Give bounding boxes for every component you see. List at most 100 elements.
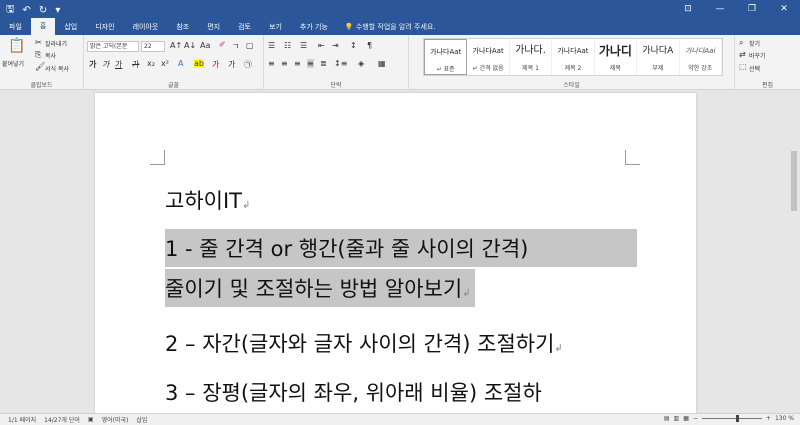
cut-button[interactable]: 잘라내기 (45, 39, 67, 48)
vertical-scrollbar[interactable] (788, 91, 800, 413)
show-marks-icon[interactable]: ¶ (367, 41, 372, 50)
bullets-icon[interactable]: ☰ (268, 41, 275, 50)
zoom-slider[interactable] (701, 415, 762, 422)
doc-line-1[interactable]: 고하이IT↲ (165, 185, 250, 215)
tab-design[interactable]: 디자인 (86, 20, 123, 35)
style-subtle-emphasis[interactable]: 가나다Aai 약한 강조 (680, 39, 722, 75)
tab-home[interactable]: 홈 (30, 18, 56, 35)
input-mode[interactable]: 삽입 (136, 415, 147, 424)
find-button[interactable]: 찾기 (749, 39, 760, 48)
zoom-out-icon[interactable]: − (693, 415, 698, 422)
grow-font-icon[interactable]: A↑ (170, 41, 182, 50)
copy-button[interactable]: 복사 (45, 51, 56, 60)
cut-icon[interactable]: ✂ (35, 38, 42, 47)
increase-indent-icon[interactable]: ⇥ (332, 41, 339, 50)
tab-addins[interactable]: 추가 기능 (291, 20, 337, 35)
multilevel-list-icon[interactable]: ☰ (300, 41, 307, 50)
doc-line-1-text: 고하이IT (165, 189, 242, 213)
read-mode-icon[interactable]: ▤ (664, 415, 670, 422)
decrease-indent-icon[interactable]: ⇤ (318, 41, 325, 50)
language[interactable]: 영어(미국) (102, 415, 129, 424)
paste-icon[interactable]: 📋 (8, 38, 25, 54)
zoom-slider-knob[interactable] (735, 415, 739, 422)
style-normal[interactable]: 가나다Aat ↵ 표준 (424, 39, 468, 75)
character-shading-icon[interactable]: 가 (228, 59, 235, 70)
word-count[interactable]: 14/27개 단어 (44, 415, 80, 424)
shading-icon[interactable]: ◈ (358, 59, 364, 68)
proofing-icon[interactable]: ▣ (88, 416, 94, 423)
tab-insert[interactable]: 삽입 (55, 20, 86, 35)
zoom-in-icon[interactable]: + (766, 415, 771, 422)
character-border-icon[interactable]: ▢ (246, 41, 254, 50)
scroll-thumb[interactable] (791, 151, 797, 211)
font-size-box[interactable]: 22 (141, 41, 165, 52)
editing-group-label: 편집 (761, 82, 774, 89)
tab-layout[interactable]: 레이아웃 (124, 20, 168, 35)
superscript-icon[interactable]: x² (161, 59, 169, 68)
line-spacing-icon[interactable]: ↕≡ (334, 59, 347, 68)
highlight-icon[interactable]: ab (194, 59, 204, 68)
close-button[interactable]: ✕ (768, 0, 800, 18)
editing-group: ⌕ 찾기 ⇄ 바꾸기 ⬚ 선택 편집 (735, 35, 800, 90)
text-effects-icon[interactable]: A (178, 59, 183, 68)
redo-icon[interactable]: ↻ (39, 5, 47, 16)
select-icon[interactable]: ⬚ (739, 62, 747, 71)
undo-icon[interactable]: ↶ (23, 5, 31, 16)
align-center-icon[interactable]: ≡ (281, 59, 288, 68)
restore-button[interactable]: ❐ (736, 0, 768, 18)
replace-button[interactable]: 바꾸기 (749, 51, 766, 60)
style-heading-1[interactable]: 가나다. 제목 1 (510, 39, 553, 75)
doc-line-3[interactable]: 줄이기 및 조절하는 방법 알아보기↲ (165, 269, 475, 307)
font-group: 맑은 고딕(본문 22 A↑ A↓ Aa ✐ ㄱ ▢ 가 가 가 가 x₂ x²… (84, 35, 264, 90)
format-painter-button[interactable]: 서식 복사 (45, 64, 69, 73)
subscript-icon[interactable]: x₂ (147, 59, 155, 68)
distributed-icon[interactable]: ≣ (320, 59, 327, 68)
underline-icon[interactable]: 가 (115, 59, 122, 70)
clear-formatting-icon[interactable]: ✐ (219, 40, 226, 49)
replace-icon[interactable]: ⇄ (739, 50, 746, 59)
bold-icon[interactable]: 가 (89, 59, 96, 70)
page-count[interactable]: 1/1 페이지 (8, 415, 36, 424)
tab-file[interactable]: 파일 (0, 20, 31, 35)
style-title[interactable]: 가나디 제목 (595, 39, 638, 75)
align-left-icon[interactable]: ≡ (268, 59, 275, 68)
style-subtitle[interactable]: 가나다A 부제 (637, 39, 680, 75)
copy-icon[interactable]: ⎘ (35, 50, 41, 60)
font-color-icon[interactable]: 가 (212, 59, 219, 70)
customize-qat-icon[interactable]: ▾ (55, 5, 60, 16)
phonetic-guide-icon[interactable]: ㄱ (232, 41, 239, 52)
borders-icon[interactable]: ▦ (378, 59, 386, 68)
paste-button[interactable]: 붙여넣기 (2, 59, 24, 68)
tell-me-box[interactable]: 💡 수행할 작업을 알려 주세요. (345, 20, 436, 35)
document-page[interactable]: 고하이IT↲ 1 - 줄 간격 or 행간(줄과 줄 사이의 간격) 줄이기 및… (95, 93, 696, 423)
print-layout-icon[interactable]: ▥ (674, 415, 680, 422)
select-button[interactable]: 선택 (749, 64, 760, 73)
save-icon[interactable]: 🖫 (6, 2, 15, 19)
align-right-icon[interactable]: ≡ (294, 59, 301, 68)
ribbon-display-options-button[interactable]: ⊡ (672, 0, 704, 18)
change-case-icon[interactable]: Aa (200, 41, 210, 50)
tab-references[interactable]: 참조 (167, 20, 198, 35)
numbering-icon[interactable]: ☷ (284, 41, 291, 50)
zoom-level[interactable]: 130 % (775, 415, 794, 422)
minimize-button[interactable]: — (704, 0, 736, 18)
doc-line-5[interactable]: 3 – 장평(글자의 좌우, 위아래 비율) 조절하 (165, 377, 542, 407)
format-painter-icon[interactable]: 🖌 (35, 62, 45, 71)
doc-line-2[interactable]: 1 - 줄 간격 or 행간(줄과 줄 사이의 간격) (165, 229, 637, 267)
tab-mailings[interactable]: 편지 (198, 20, 229, 35)
shrink-font-icon[interactable]: A↓ (184, 41, 196, 50)
enclose-characters-icon[interactable]: ㉠ (244, 59, 252, 70)
doc-line-4[interactable]: 2 – 자간(글자와 글자 사이의 간격) 조절하기↲ (165, 328, 563, 358)
tab-view[interactable]: 보기 (260, 20, 291, 35)
style-heading-2[interactable]: 가나다Aat 제목 2 (552, 39, 595, 75)
style-name: 제목 2 (564, 65, 582, 72)
style-no-spacing[interactable]: 가나다Aat ↵ 간격 없음 (467, 39, 510, 75)
tab-review[interactable]: 검토 (229, 20, 260, 35)
find-icon[interactable]: ⌕ (739, 38, 743, 48)
web-layout-icon[interactable]: ▦ (683, 415, 689, 422)
justify-icon[interactable]: ≡ (307, 59, 314, 68)
sort-icon[interactable]: ↕ (350, 41, 357, 50)
italic-icon[interactable]: 가 (102, 59, 109, 70)
strikethrough-icon[interactable]: 가 (132, 59, 139, 70)
font-name-box[interactable]: 맑은 고딕(본문 (87, 41, 139, 52)
